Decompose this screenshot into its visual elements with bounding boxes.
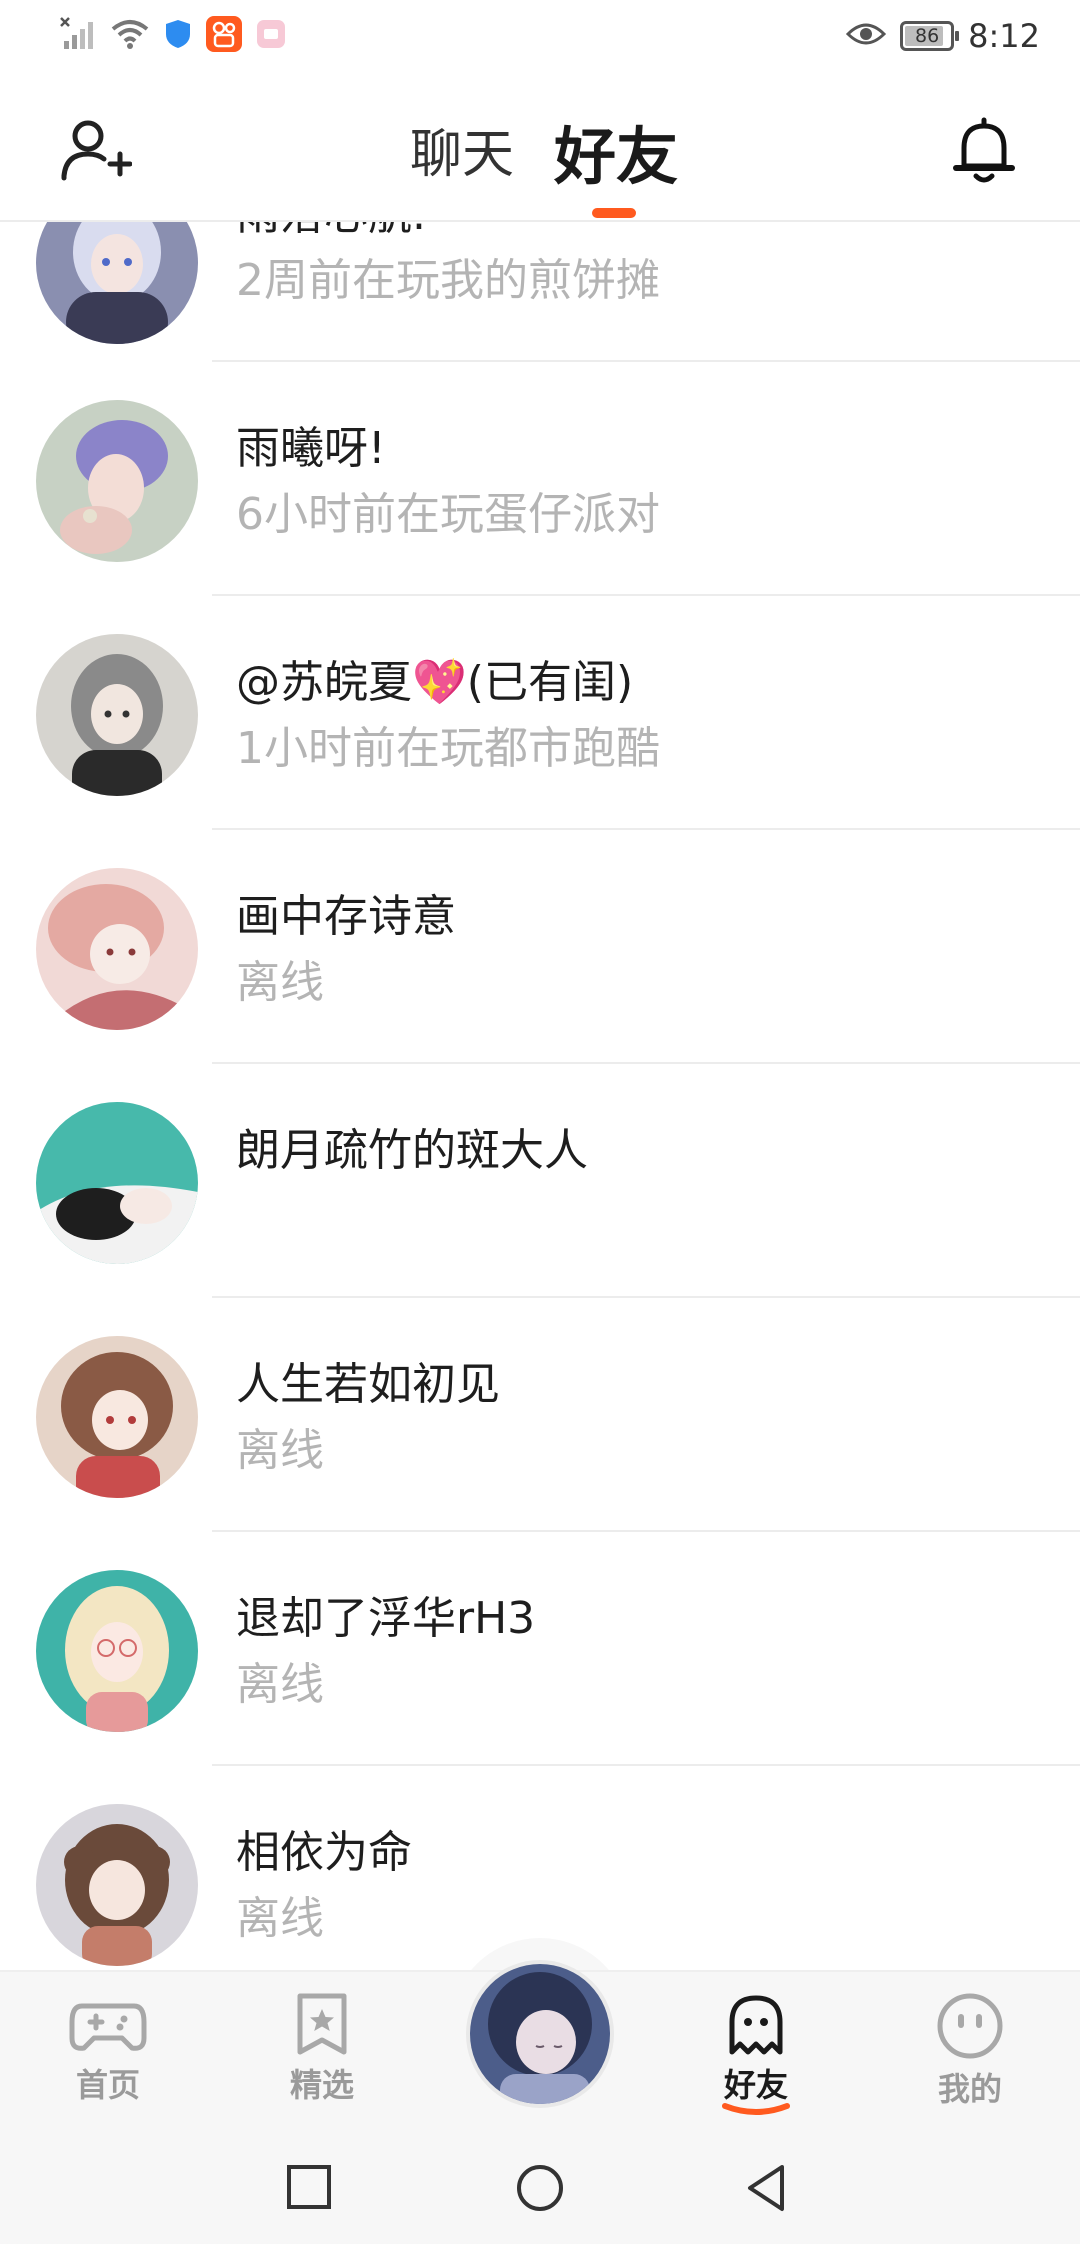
friend-list-item[interactable]: 雨落心航. 2周前在玩我的煎饼摊 xyxy=(0,222,1080,362)
wifi-icon xyxy=(110,17,150,55)
friend-status: 离线 xyxy=(236,1659,324,1710)
system-nav-bar xyxy=(0,2140,1080,2244)
top-header: 聊天 好友 xyxy=(0,72,1080,222)
friend-list-item[interactable]: @苏皖夏💖(已有闺) 1小时前在玩都市跑酷 xyxy=(0,596,1080,830)
friend-name: 人生若如初见 xyxy=(236,1359,500,1410)
avatar[interactable] xyxy=(36,1336,198,1498)
friend-list-item[interactable]: 人生若如初见 离线 xyxy=(0,1298,1080,1532)
friend-name: 相依为命 xyxy=(236,1827,412,1878)
add-friend-icon xyxy=(61,120,133,181)
friend-list-item[interactable]: 退却了浮华rH3 离线 xyxy=(0,1532,1080,1766)
battery-indicator: 86 xyxy=(900,21,960,51)
friend-status: 离线 xyxy=(236,1893,324,1944)
status-right-icons: 86 8:12 xyxy=(846,14,1040,58)
friend-name: 雨曦呀! xyxy=(236,423,386,474)
add-friend-button[interactable] xyxy=(58,114,133,188)
back-icon xyxy=(748,2165,784,2211)
nav-home-label: 首页 xyxy=(75,2066,140,2104)
friend-status: 离线 xyxy=(236,957,324,1008)
nav-friends-label: 好友 xyxy=(723,2066,788,2104)
nav-home[interactable]: 首页 xyxy=(28,1992,188,2132)
shield-icon xyxy=(164,18,192,54)
status-left-icons xyxy=(60,16,286,56)
friend-status: 1小时前在玩都市跑酷 xyxy=(236,723,660,774)
battery-level: 86 xyxy=(915,25,940,47)
avatar[interactable] xyxy=(36,634,198,796)
notification-button[interactable] xyxy=(952,114,1016,186)
friend-name: 退却了浮华rH3 xyxy=(236,1593,536,1644)
friend-name: @苏皖夏💖(已有闺) xyxy=(236,657,634,708)
friend-name: 朗月疏竹的斑大人 xyxy=(236,1125,588,1176)
tab-friends[interactable]: 好友 xyxy=(554,106,678,196)
avatar[interactable] xyxy=(36,1102,198,1264)
friend-status: 离线 xyxy=(236,1425,324,1476)
avatar[interactable] xyxy=(36,1804,198,1966)
avatar[interactable] xyxy=(36,868,198,1030)
friend-list-item[interactable]: 雨曦呀! 6小时前在玩蛋仔派对 xyxy=(0,362,1080,596)
friend-name: 画中存诗意 xyxy=(236,891,456,942)
recent-apps-icon xyxy=(287,2165,331,2209)
nav-mine[interactable]: 我的 xyxy=(890,1992,1050,2132)
avatar[interactable] xyxy=(36,1570,198,1732)
avatar xyxy=(470,1964,610,2104)
nav-center-avatar-button[interactable] xyxy=(466,1960,614,2108)
active-tab-indicator xyxy=(592,208,636,218)
nav-featured-label: 精选 xyxy=(289,2066,354,2104)
clock: 8:12 xyxy=(968,17,1040,55)
friend-list-item[interactable]: 画中存诗意 离线 xyxy=(0,830,1080,1064)
friend-status: 2周前在玩我的煎饼摊 xyxy=(236,255,660,306)
avatar[interactable] xyxy=(36,400,198,562)
friend-list[interactable]: 雨落心航. 2周前在玩我的煎饼摊 雨曦呀! 6小时前在玩蛋仔派对 xyxy=(0,222,1080,1970)
avatar[interactable] xyxy=(36,222,198,344)
friend-name: 雨落心航. xyxy=(236,222,426,242)
nav-featured[interactable]: 精选 xyxy=(242,1992,402,2132)
home-icon xyxy=(517,2165,563,2211)
smiley-face-icon xyxy=(937,1993,1003,2059)
home-button[interactable] xyxy=(514,2162,566,2218)
no-signal-icon xyxy=(60,17,96,55)
friend-list-item[interactable]: 朗月疏竹的斑大人 xyxy=(0,1064,1080,1298)
nav-friends[interactable]: 好友 xyxy=(676,1992,836,2132)
gamepad-icon xyxy=(69,2003,147,2051)
app-notification-icon xyxy=(256,19,286,53)
bookmark-star-icon xyxy=(297,1993,347,2055)
bell-icon xyxy=(953,117,1015,183)
ghost-icon xyxy=(729,1995,783,2055)
nav-mine-label: 我的 xyxy=(937,2070,1002,2108)
status-bar: 86 8:12 xyxy=(0,0,1080,72)
kuaishou-app-icon xyxy=(206,16,242,56)
recent-apps-button[interactable] xyxy=(284,2162,334,2216)
back-button[interactable] xyxy=(742,2162,790,2218)
friend-status: 6小时前在玩蛋仔派对 xyxy=(236,489,660,540)
tab-chat[interactable]: 聊天 xyxy=(410,112,514,187)
eye-icon xyxy=(846,20,887,52)
